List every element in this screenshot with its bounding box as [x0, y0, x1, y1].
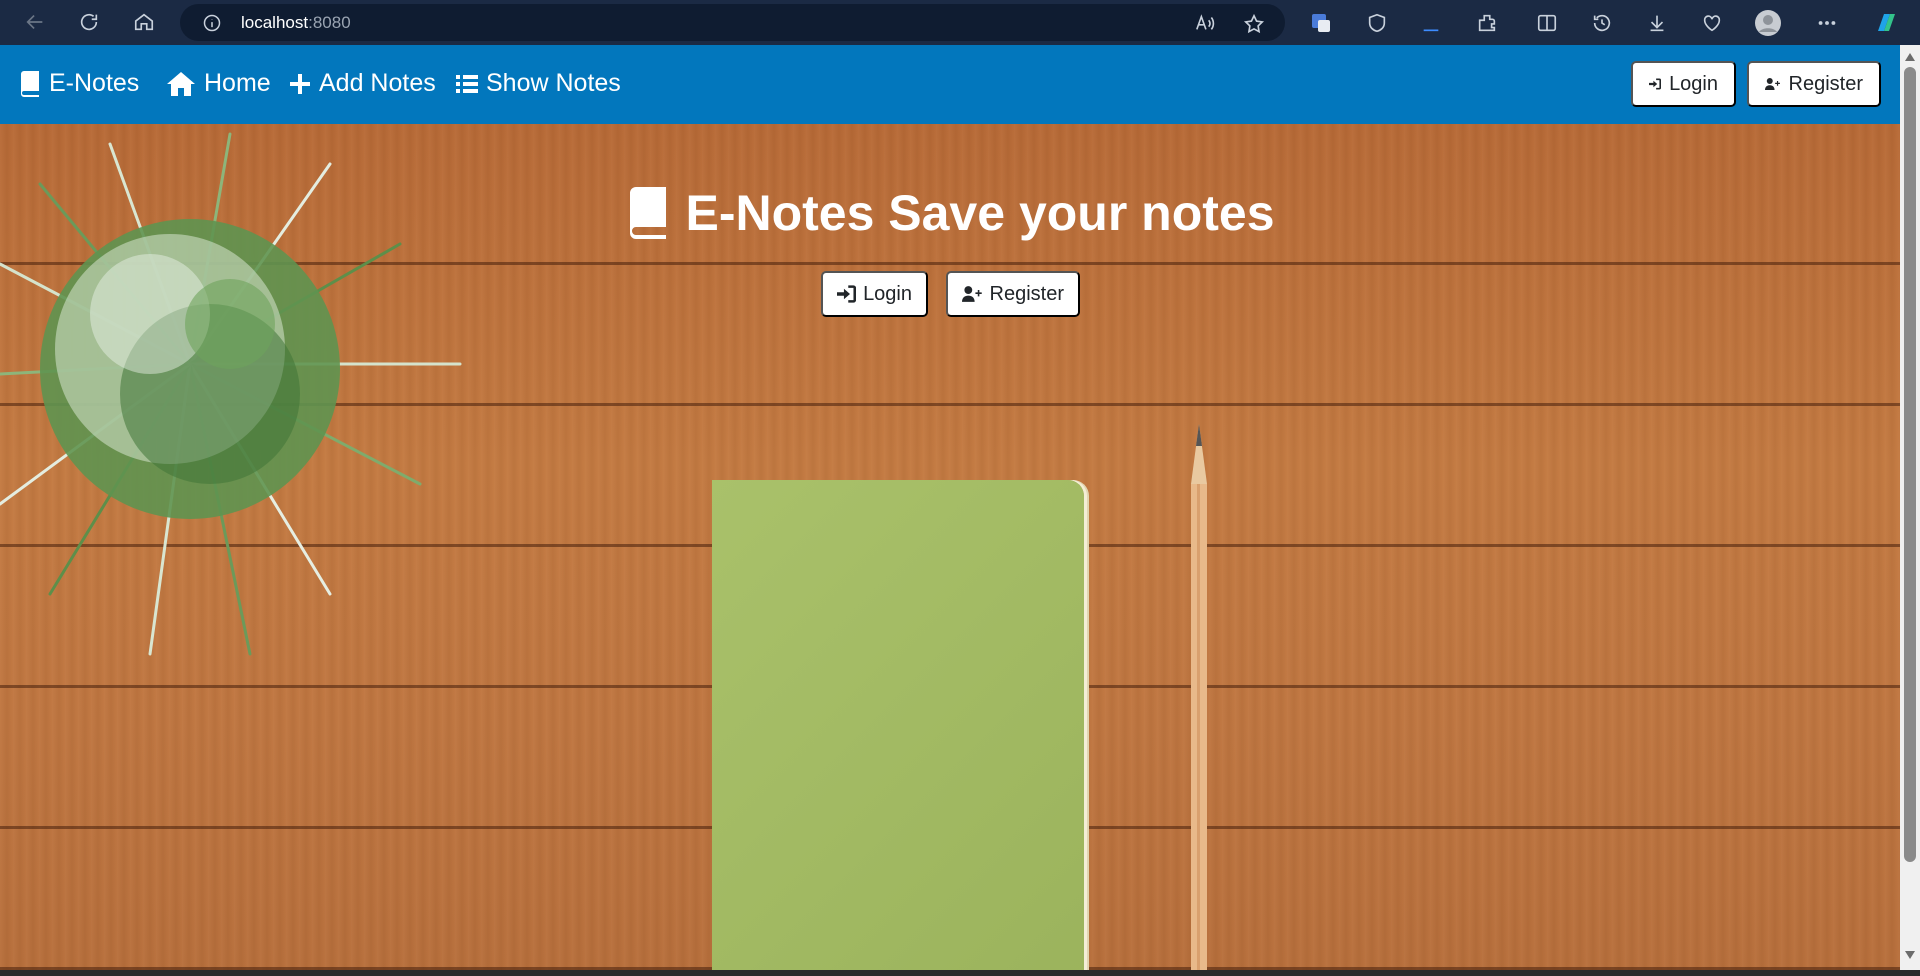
- read-aloud-icon[interactable]: [1194, 13, 1216, 38]
- copilot-icon[interactable]: [1871, 8, 1901, 38]
- user-plus-icon: [962, 286, 982, 302]
- pencil-decoration: [1191, 424, 1207, 970]
- refresh-icon[interactable]: [75, 8, 103, 36]
- sign-in-icon: [1649, 78, 1662, 90]
- profile-icon[interactable]: [1753, 8, 1783, 38]
- hero-title: E-Notes Save your notes: [0, 184, 1900, 242]
- translate-icon[interactable]: [1306, 8, 1336, 38]
- download-icon[interactable]: [1642, 8, 1672, 38]
- scroll-up-icon[interactable]: [1905, 53, 1915, 61]
- hero-login-button[interactable]: Login: [821, 271, 928, 317]
- shield-icon[interactable]: [1362, 8, 1392, 38]
- notebook-decoration: [712, 480, 1084, 970]
- home-icon: [167, 71, 195, 96]
- nav-show-notes[interactable]: Show Notes: [456, 69, 621, 98]
- hero-register-button[interactable]: Register: [946, 271, 1080, 317]
- sign-in-icon: [837, 285, 857, 303]
- minimize-indicator-icon[interactable]: [1416, 8, 1446, 38]
- nav-home[interactable]: Home: [166, 69, 271, 98]
- user-plus-icon: [1765, 78, 1780, 90]
- more-icon[interactable]: [1812, 8, 1842, 38]
- vertical-scrollbar[interactable]: [1900, 45, 1920, 970]
- address-bar[interactable]: localhost:8080: [180, 4, 1285, 41]
- browser-toolbar: localhost:8080: [0, 0, 1920, 45]
- book-icon: [21, 70, 39, 97]
- home-icon[interactable]: [130, 8, 158, 36]
- brand-link[interactable]: E-Notes: [19, 69, 139, 98]
- list-icon: [456, 74, 478, 93]
- hero-section: E-Notes Save your notes Login Register: [0, 124, 1900, 970]
- back-icon[interactable]: [21, 8, 49, 36]
- plus-icon: [290, 73, 310, 94]
- navbar-register-button[interactable]: Register: [1747, 61, 1881, 107]
- nav-add-notes[interactable]: Add Notes: [289, 69, 436, 98]
- site-navbar: E-Notes Home Add Notes Show Notes Login …: [0, 45, 1900, 124]
- health-icon[interactable]: [1697, 8, 1727, 38]
- window-bottom-edge: [0, 970, 1920, 976]
- favorite-star-icon[interactable]: [1243, 13, 1265, 40]
- scroll-down-icon[interactable]: [1905, 951, 1915, 959]
- split-screen-icon[interactable]: [1532, 8, 1562, 38]
- web-page: E-Notes Home Add Notes Show Notes Login …: [0, 45, 1900, 970]
- url-text: localhost:8080: [241, 13, 351, 32]
- info-icon[interactable]: [202, 13, 222, 38]
- extensions-icon[interactable]: [1472, 8, 1502, 38]
- navbar-login-button[interactable]: Login: [1631, 61, 1736, 107]
- book-icon: [630, 187, 667, 239]
- scrollbar-thumb[interactable]: [1904, 67, 1916, 862]
- history-icon[interactable]: [1587, 8, 1617, 38]
